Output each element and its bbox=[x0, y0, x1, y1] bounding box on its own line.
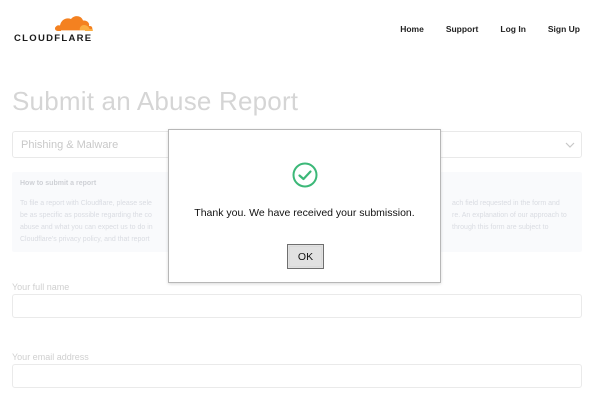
abuse-report-page: CLOUDFLARE Home Support Log In Sign Up S… bbox=[0, 0, 594, 404]
ok-button[interactable]: OK bbox=[287, 244, 324, 269]
email-input[interactable] bbox=[12, 364, 582, 388]
cloudflare-logo[interactable]: CLOUDFLARE bbox=[14, 12, 98, 46]
info-line-3-right: through this form are subject to bbox=[452, 224, 549, 231]
confirmation-dialog: Thank you. We have received your submiss… bbox=[168, 129, 441, 283]
top-nav: Home Support Log In Sign Up bbox=[400, 24, 580, 34]
page-title: Submit an Abuse Report bbox=[12, 86, 299, 116]
cloud-icon bbox=[54, 16, 93, 32]
chevron-down-icon bbox=[565, 142, 575, 148]
nav-sign-up[interactable]: Sign Up bbox=[548, 24, 580, 34]
nav-home[interactable]: Home bbox=[400, 24, 424, 34]
info-line-2-right: re. An explanation of our approach to bbox=[452, 212, 567, 219]
full-name-label: Your full name bbox=[12, 282, 70, 292]
confirmation-message: Thank you. We have received your submiss… bbox=[194, 207, 415, 219]
logo-text: CLOUDFLARE bbox=[14, 33, 93, 44]
email-label: Your email address bbox=[12, 352, 89, 362]
info-line-3-left: abuse and what you can expect us to do i… bbox=[20, 224, 153, 231]
nav-log-in[interactable]: Log In bbox=[500, 24, 526, 34]
check-circle-icon bbox=[292, 162, 318, 188]
info-line-2-left: be as specific as possible regarding the… bbox=[20, 212, 152, 219]
full-name-input[interactable] bbox=[12, 294, 582, 318]
info-line-1-right: ach field requested in the form and bbox=[452, 200, 560, 207]
nav-support[interactable]: Support bbox=[446, 24, 479, 34]
info-line-4-left: Cloudflare's privacy policy, and that re… bbox=[20, 236, 150, 243]
info-line-1-left: To file a report with Cloudflare, please… bbox=[20, 200, 152, 207]
report-type-value: Phishing & Malware bbox=[21, 139, 119, 151]
